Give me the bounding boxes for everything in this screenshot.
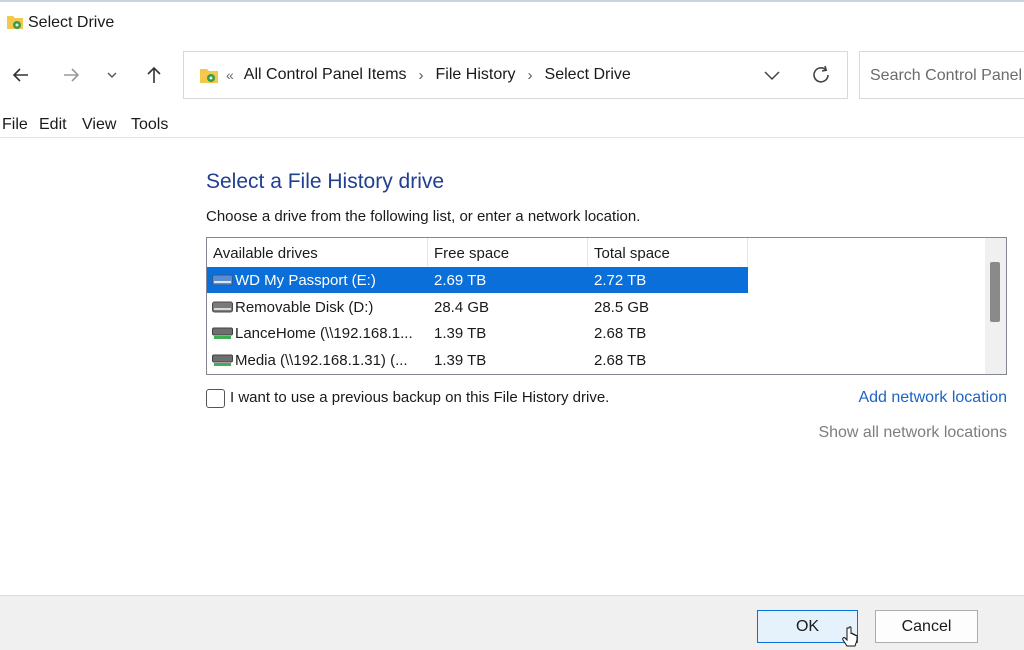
network-drive-icon — [212, 327, 233, 339]
column-header-available-drives[interactable]: Available drives — [207, 238, 428, 266]
drive-total-space: 2.68 TB — [594, 325, 646, 342]
column-header-total-space[interactable]: Total space — [588, 238, 748, 266]
network-drive-icon — [212, 354, 233, 366]
search-input[interactable]: Search Control Panel — [859, 51, 1024, 99]
search-placeholder: Search Control Panel — [870, 67, 1022, 85]
recent-locations-chevron-down-icon[interactable] — [99, 62, 125, 88]
drive-free-space: 2.69 TB — [434, 272, 486, 289]
breadcrumb-overflow[interactable]: « — [226, 67, 234, 83]
title-bar: Select Drive — [0, 0, 1024, 44]
menu-edit[interactable]: Edit — [39, 116, 67, 134]
address-bar[interactable]: « All Control Panel Items › File History… — [183, 51, 848, 99]
drive-name: Media (\\192.168.1.31) (... — [235, 352, 408, 369]
drive-row[interactable]: LanceHome (\\192.168.1... 1.39 TB 2.68 T… — [207, 320, 748, 346]
drive-total-space: 2.68 TB — [594, 352, 646, 369]
drive-free-space: 1.39 TB — [434, 352, 486, 369]
external-drive-icon — [212, 274, 233, 286]
add-network-location-link[interactable]: Add network location — [858, 389, 1007, 407]
previous-backup-checkbox[interactable] — [206, 389, 225, 408]
breadcrumb: « All Control Panel Items › File History… — [226, 66, 631, 84]
vertical-scrollbar[interactable] — [985, 238, 1006, 374]
up-arrow-icon[interactable] — [141, 62, 167, 88]
page-title: Select a File History drive — [206, 170, 444, 194]
file-history-icon — [5, 12, 25, 32]
drive-row[interactable]: Media (\\192.168.1.31) (... 1.39 TB 2.68… — [207, 347, 748, 373]
breadcrumb-select-drive[interactable]: Select Drive — [545, 66, 631, 84]
navigation-bar: « All Control Panel Items › File History… — [0, 44, 1024, 106]
removable-drive-icon — [212, 301, 233, 313]
menu-tools[interactable]: Tools — [131, 116, 168, 134]
drive-row[interactable]: Removable Disk (D:) 28.4 GB 28.5 GB — [207, 294, 748, 320]
drive-total-space: 2.72 TB — [594, 272, 646, 289]
menu-view[interactable]: View — [82, 116, 116, 134]
show-all-network-locations-link[interactable]: Show all network locations — [818, 424, 1007, 442]
breadcrumb-file-history[interactable]: File History — [436, 66, 516, 84]
menu-bar: File Edit View Tools — [0, 110, 1024, 138]
control-panel-icon — [198, 64, 220, 86]
breadcrumb-all-control-panel-items[interactable]: All Control Panel Items — [244, 66, 407, 84]
mouse-cursor-icon — [842, 625, 860, 650]
scrollbar-thumb[interactable] — [990, 262, 1000, 322]
back-arrow-icon[interactable] — [8, 62, 34, 88]
refresh-icon[interactable] — [810, 64, 832, 86]
previous-backup-checkbox-label[interactable]: I want to use a previous backup on this … — [230, 389, 609, 406]
breadcrumb-separator[interactable]: › — [419, 67, 424, 84]
menu-file[interactable]: File — [2, 116, 28, 134]
address-dropdown-chevron-icon[interactable] — [762, 65, 782, 85]
drive-name: LanceHome (\\192.168.1... — [235, 325, 413, 342]
drive-name: Removable Disk (D:) — [235, 299, 373, 316]
dialog-footer: OK Cancel — [0, 595, 1024, 650]
window-title: Select Drive — [28, 14, 114, 32]
cancel-button[interactable]: Cancel — [875, 610, 978, 643]
drive-name: WD My Passport (E:) — [235, 272, 376, 289]
page-description: Choose a drive from the following list, … — [206, 208, 640, 225]
drive-total-space: 28.5 GB — [594, 299, 649, 316]
column-header-free-space[interactable]: Free space — [428, 238, 588, 266]
drive-row[interactable]: WD My Passport (E:) 2.69 TB 2.72 TB — [207, 267, 748, 293]
forward-arrow-icon[interactable] — [58, 62, 84, 88]
drive-free-space: 28.4 GB — [434, 299, 489, 316]
drive-free-space: 1.39 TB — [434, 325, 486, 342]
breadcrumb-separator[interactable]: › — [528, 67, 533, 84]
drive-list[interactable]: Available drives Free space Total space … — [206, 237, 1007, 375]
